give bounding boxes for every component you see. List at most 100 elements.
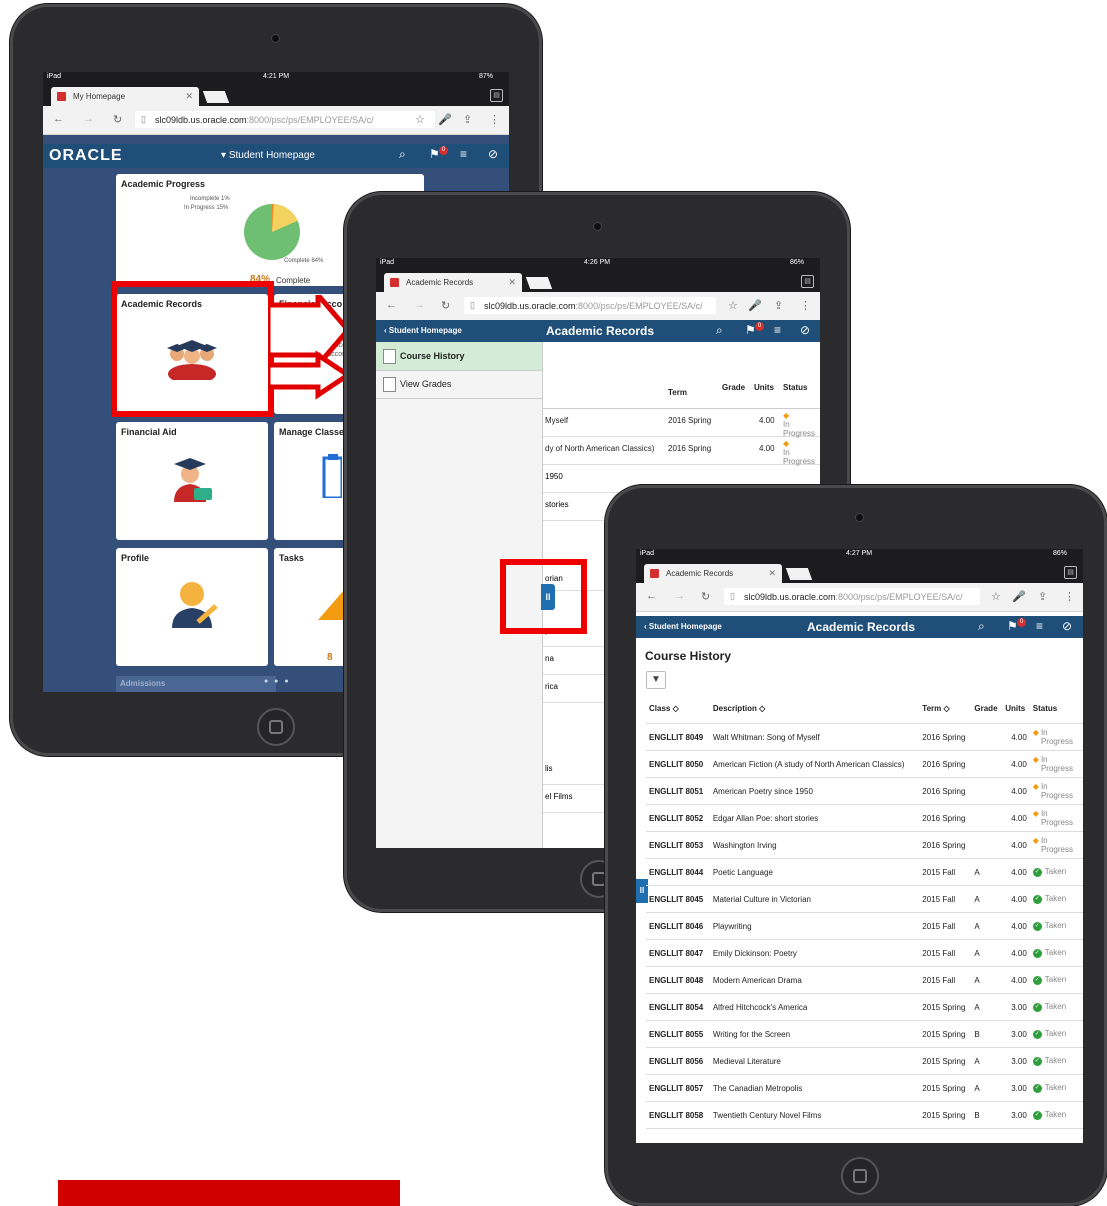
table-row[interactable]: ENGLLIT 8044 Poetic Language 2015 Fall A 4.0… [646, 858, 1083, 886]
back-to-homepage-link[interactable]: ‹ Student Homepage [384, 326, 462, 335]
tile-financial-aid[interactable]: Financial Aid [116, 422, 268, 540]
col-units[interactable]: Units [754, 383, 774, 392]
nav-menu-icon[interactable]: ≡ [774, 323, 781, 337]
navbar-icon[interactable]: ⊘ [488, 147, 498, 161]
cell-units: 4.00 [1002, 723, 1030, 751]
browser-tab[interactable]: My Homepage ✕ [51, 87, 199, 106]
nav-menu-icon[interactable]: ≡ [460, 147, 467, 161]
table-row[interactable]: ENGLLIT 8048 Modern American Drama 2015 Fa… [646, 966, 1083, 994]
oracle-tab-icon [57, 92, 66, 101]
new-tab-button[interactable] [785, 568, 813, 580]
browser-tab[interactable]: Academic Records ✕ [384, 273, 522, 292]
address-field[interactable]: ▯ slc09ldb.us.oracle.com:8000/psc/ps/EMP… [724, 588, 980, 605]
table-row[interactable]: ENGLLIT 8057 The Canadian Metropolis 2015 … [646, 1074, 1083, 1102]
mic-icon[interactable]: 🎤 [1012, 590, 1026, 603]
tile-profile[interactable]: Profile [116, 548, 268, 666]
search-icon[interactable]: ⌕ [978, 619, 985, 634]
col-term[interactable]: Term [668, 388, 687, 397]
forward-arrow-icon[interactable]: → [83, 113, 94, 125]
navbar-icon[interactable]: ⊘ [800, 323, 810, 337]
more-icon[interactable]: ⋮ [800, 299, 811, 312]
tab-switcher-icon[interactable]: ▤ [801, 275, 814, 288]
share-icon[interactable]: ⇪ [1038, 590, 1047, 603]
navbar-icon[interactable]: ⊘ [1062, 619, 1072, 633]
close-tab-icon[interactable]: ✕ [768, 568, 776, 579]
in-progress-icon: ◆ [1032, 755, 1039, 764]
table-row[interactable]: ENGLLIT 8055 Writing for the Screen 2015 S… [646, 1020, 1083, 1048]
cell-grade: B [971, 1101, 1003, 1129]
filter-button[interactable]: ▼ [646, 671, 666, 689]
table-row[interactable]: ENGLLIT 8058 Twentieth Century Novel Film… [646, 1101, 1083, 1129]
cell-status: ✓ Taken [1029, 1020, 1083, 1048]
new-tab-button[interactable] [202, 91, 230, 103]
browser-tab[interactable]: Academic Records ✕ [644, 564, 782, 583]
col-grade[interactable]: Grade [971, 693, 1003, 724]
forward-arrow-icon[interactable]: → [414, 299, 425, 311]
new-tab-button[interactable] [525, 277, 553, 289]
status-text: Taken [1044, 894, 1067, 904]
tab-switcher-icon[interactable]: ▤ [1064, 566, 1077, 579]
table-row[interactable]: ENGLLIT 8056 Medieval Literature 2015 Spri… [646, 1047, 1083, 1075]
table-row[interactable]: ENGLLIT 8047 Emily Dickinson: Poetry 2015 … [646, 939, 1083, 967]
row-term: 2016 Spring [668, 416, 712, 425]
reload-icon[interactable]: ↻ [441, 299, 450, 312]
search-icon[interactable]: ⌕ [716, 323, 723, 338]
back-arrow-icon[interactable]: ← [646, 590, 657, 602]
star-icon[interactable]: ☆ [991, 590, 1001, 603]
legend-complete: Complete 84% [284, 258, 324, 264]
nav-item-course-history[interactable]: Course History [376, 342, 542, 371]
table-row[interactable]: ENGLLIT 8049 Walt Whitman: Song of Myself… [646, 723, 1083, 751]
back-arrow-icon[interactable]: ← [53, 113, 64, 125]
cell-grade [971, 777, 1003, 805]
bottom-tile-bar[interactable]: Admissions [116, 676, 276, 692]
more-icon[interactable]: ⋮ [1064, 590, 1075, 603]
share-icon[interactable]: ⇪ [463, 113, 472, 126]
home-button[interactable] [841, 1157, 879, 1195]
view-grades-icon [383, 377, 396, 392]
col-class[interactable]: Class ◇ [646, 693, 710, 724]
red-caption-bar [58, 1180, 400, 1206]
close-tab-icon[interactable]: ✕ [185, 91, 193, 102]
tab-switcher-icon[interactable]: ▤ [490, 89, 503, 102]
mic-icon[interactable]: 🎤 [748, 299, 762, 312]
row-units: 4.00 [759, 416, 775, 425]
table-row[interactable]: ENGLLIT 8051 American Poetry since 1950 20… [646, 777, 1083, 805]
table-row[interactable]: ENGLLIT 8053 Washington Irving 2016 Spring… [646, 831, 1083, 859]
forward-arrow-icon[interactable]: → [674, 590, 685, 602]
camera [855, 513, 864, 522]
col-grade[interactable]: Grade [722, 383, 745, 392]
table-row[interactable]: ENGLLIT 8050 American Fiction (A study of… [646, 750, 1083, 778]
col-status[interactable]: Status [783, 383, 807, 392]
nav-item-view-grades[interactable]: View Grades [376, 370, 542, 399]
reload-icon[interactable]: ↻ [113, 113, 122, 126]
col-term[interactable]: Term ◇ [919, 693, 972, 724]
cell-class: ENGLLIT 8056 [646, 1047, 710, 1075]
tile-title: Academic Progress [121, 179, 206, 189]
table-row[interactable]: ENGLLIT 8046 Playwriting 2015 Fall A 4.00 ✓ Ta… [646, 912, 1083, 940]
table-row[interactable]: ENGLLIT 8054 Alfred Hitchcock's America 20… [646, 993, 1083, 1021]
col-description[interactable]: Description ◇ [709, 693, 920, 724]
tile-title: Profile [121, 553, 150, 563]
search-icon[interactable]: ⌕ [399, 147, 406, 162]
nav-menu-icon[interactable]: ≡ [1036, 619, 1043, 633]
back-arrow-icon[interactable]: ← [386, 299, 397, 311]
check-icon: ✓ [1032, 975, 1042, 985]
row-desc: lis [545, 764, 553, 773]
col-units[interactable]: Units [1002, 693, 1030, 724]
reload-icon[interactable]: ↻ [701, 590, 710, 603]
homepage-selector[interactable]: ▾ Student Homepage [221, 150, 315, 161]
mic-icon[interactable]: 🎤 [438, 113, 452, 126]
share-icon[interactable]: ⇪ [774, 299, 783, 312]
more-icon[interactable]: ⋮ [489, 113, 500, 126]
table-row[interactable]: ENGLLIT 8052 Edgar Allan Poe: short stori… [646, 804, 1083, 832]
close-tab-icon[interactable]: ✕ [508, 277, 516, 288]
col-status[interactable]: Status [1029, 693, 1083, 724]
table-row[interactable]: ENGLLIT 8045 Material Culture in Victoria… [646, 885, 1083, 913]
address-field[interactable]: ▯ slc09ldb.us.oracle.com:8000/psc/ps/EMP… [464, 297, 716, 314]
home-button[interactable] [257, 708, 295, 746]
star-icon[interactable]: ☆ [728, 299, 738, 312]
star-icon[interactable]: ☆ [415, 113, 425, 126]
cell-status: ✓ Taken [1029, 966, 1083, 994]
address-field[interactable]: ▯ slc09ldb.us.oracle.com:8000/psc/ps/EMP… [135, 111, 435, 128]
back-to-homepage-link[interactable]: ‹ Student Homepage [644, 622, 722, 631]
